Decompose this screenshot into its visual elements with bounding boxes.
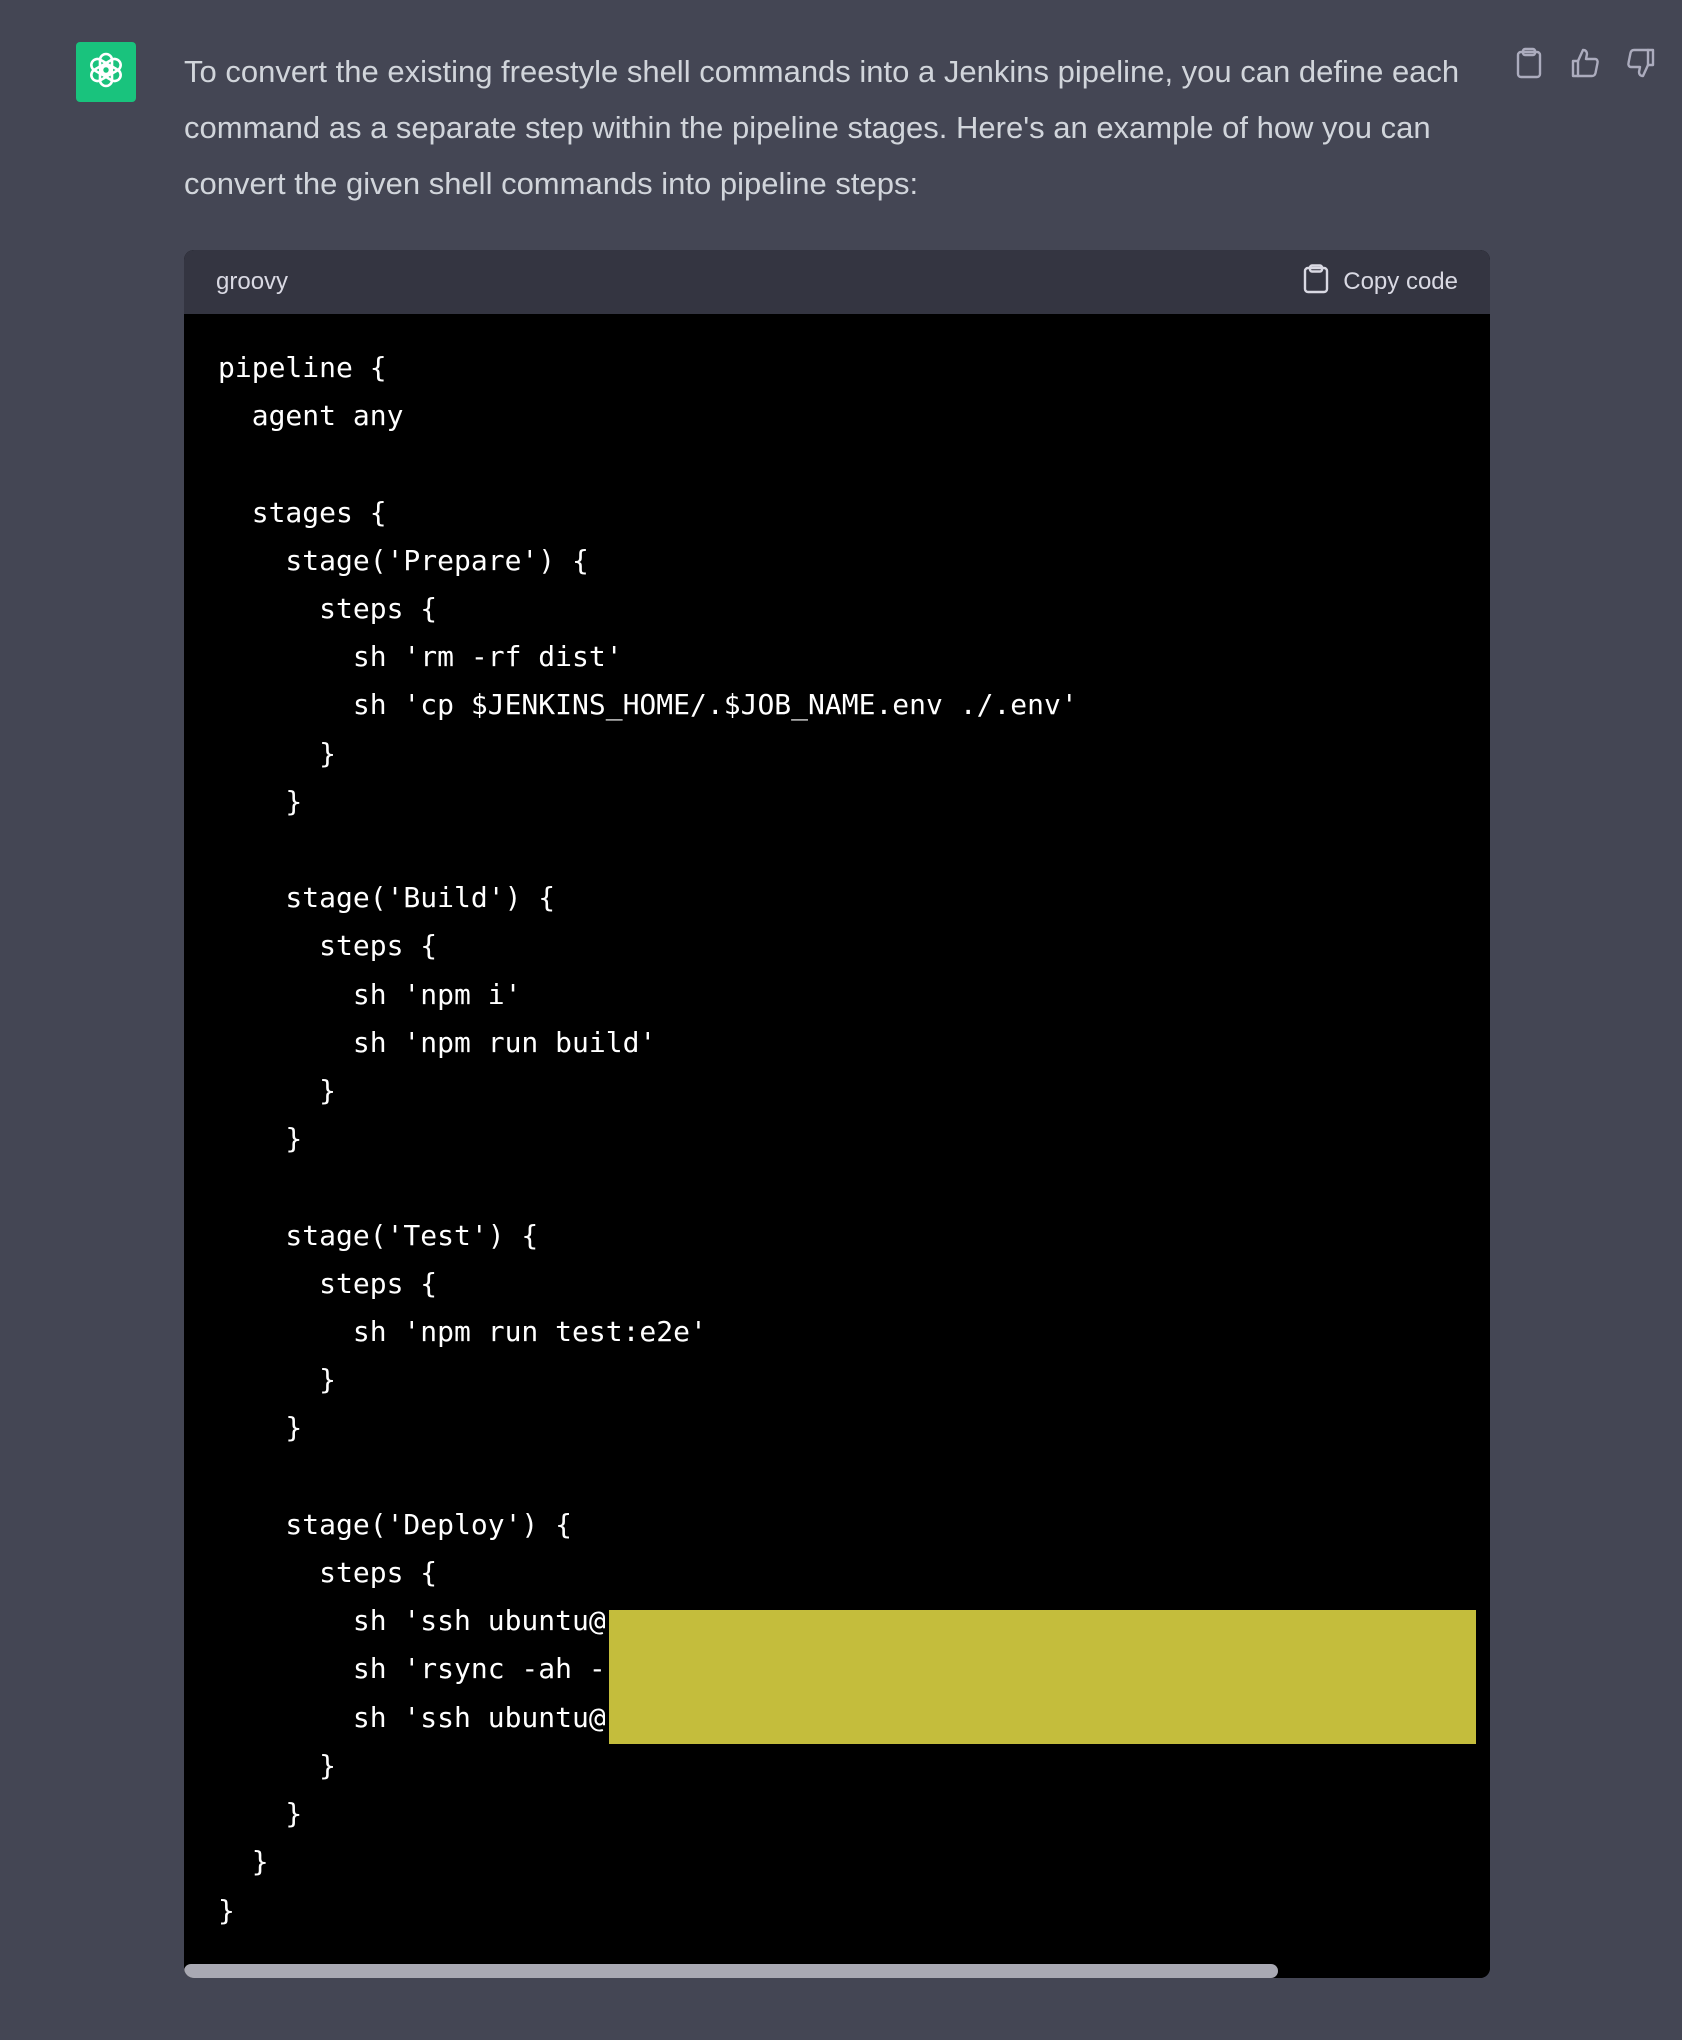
thumbs-down-button[interactable] [1624,46,1658,84]
thumbs-up-icon [1569,47,1601,84]
code-language-label: groovy [216,268,289,295]
clipboard-icon [1515,47,1543,84]
code-block-header: groovy Copy code [184,250,1490,314]
openai-logo-icon [85,49,127,96]
message-actions [1512,46,1658,84]
copy-message-button[interactable] [1512,46,1546,84]
clipboard-icon [1303,263,1329,301]
code-block: groovy Copy code pipeline { agent any st… [184,250,1490,1978]
scrollbar-thumb[interactable] [184,1964,1278,1978]
thumbs-down-icon [1625,47,1657,84]
thumbs-up-button[interactable] [1568,46,1602,84]
redaction-overlay [609,1610,1476,1744]
copy-code-label: Copy code [1343,268,1458,295]
copy-code-button[interactable]: Copy code [1303,263,1458,301]
horizontal-scrollbar[interactable] [184,1962,1490,1978]
assistant-message-text: To convert the existing freestyle shell … [184,54,1460,201]
assistant-avatar [76,42,136,102]
